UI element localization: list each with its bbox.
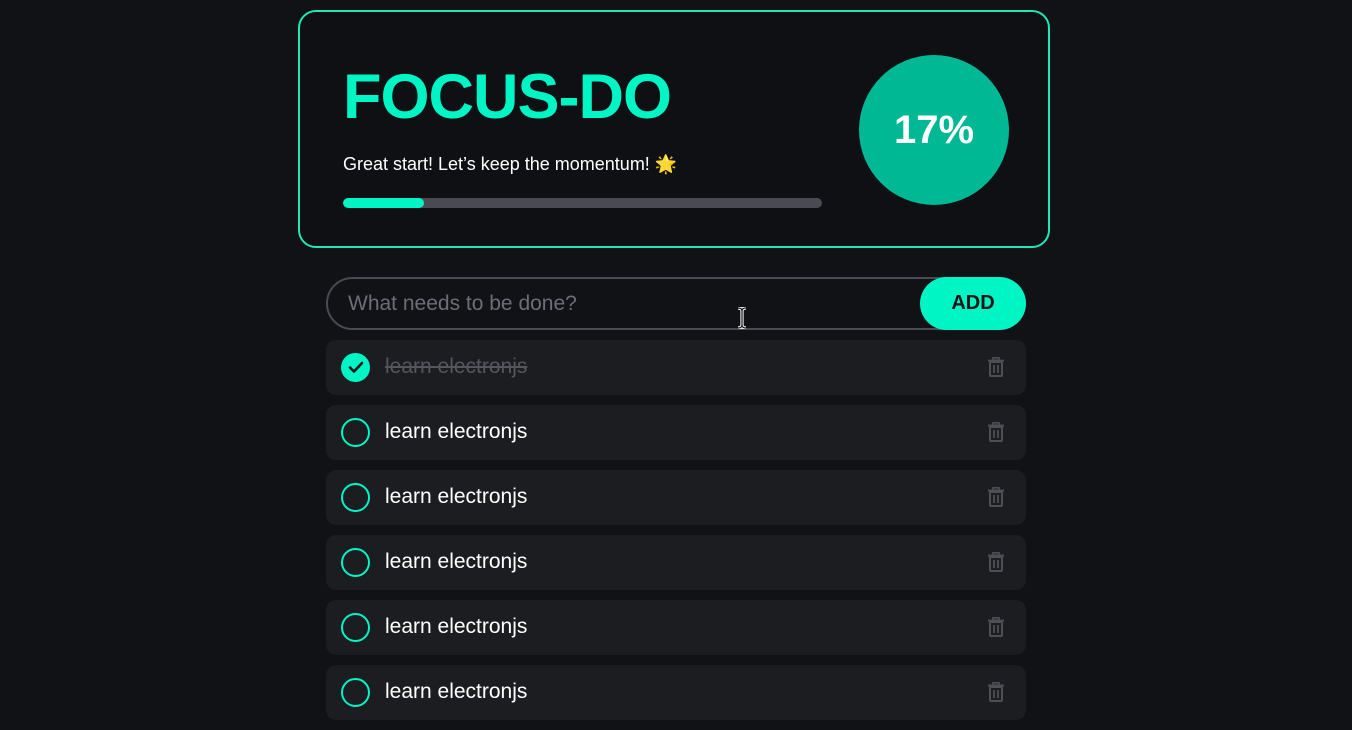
task-text: learn electronjs <box>385 550 528 573</box>
task-item: learn electronjs <box>326 535 1026 590</box>
task-text: learn electronjs <box>385 615 528 638</box>
task-input[interactable] <box>326 277 986 330</box>
trash-icon[interactable] <box>987 552 1005 572</box>
progress-card: FOCUS-DO Great start! Let’s keep the mom… <box>298 10 1050 248</box>
progress-bar-fill <box>343 198 425 208</box>
task-text: learn electronjs <box>385 420 528 443</box>
task-item: learn electronjs <box>326 340 1026 395</box>
text-cursor-icon <box>737 307 747 329</box>
trash-icon[interactable] <box>987 422 1005 442</box>
task-item: learn electronjs <box>326 405 1026 460</box>
trash-icon[interactable] <box>987 357 1005 377</box>
task-checkbox[interactable] <box>341 548 370 577</box>
percent-label: 17% <box>893 107 975 152</box>
task-item: learn electronjs <box>326 470 1026 525</box>
task-item: learn electronjs <box>326 600 1026 655</box>
task-text: learn electronjs <box>385 680 528 703</box>
motivation-text: Great start! Let’s keep the momentum! 🌟 <box>343 154 678 174</box>
add-task-form: ADD <box>326 277 1026 330</box>
task-text: learn electronjs <box>385 355 528 378</box>
trash-icon[interactable] <box>987 617 1005 637</box>
app-title: FOCUS-DO <box>343 62 672 132</box>
task-checkbox[interactable] <box>341 483 370 512</box>
trash-icon[interactable] <box>987 682 1005 702</box>
task-checkbox[interactable] <box>341 678 370 707</box>
task-list: learn electronjs learn electronjs learn el… <box>326 340 1026 730</box>
task-checkbox[interactable] <box>341 613 370 642</box>
add-button[interactable]: ADD <box>920 277 1026 330</box>
task-text: learn electronjs <box>385 485 528 508</box>
progress-bar <box>343 198 822 208</box>
task-checkbox-checked[interactable] <box>341 353 370 382</box>
task-checkbox[interactable] <box>341 418 370 447</box>
percent-badge: 17% <box>859 55 1009 205</box>
trash-icon[interactable] <box>987 487 1005 507</box>
task-item: learn electronjs <box>326 665 1026 720</box>
check-icon <box>348 361 363 373</box>
